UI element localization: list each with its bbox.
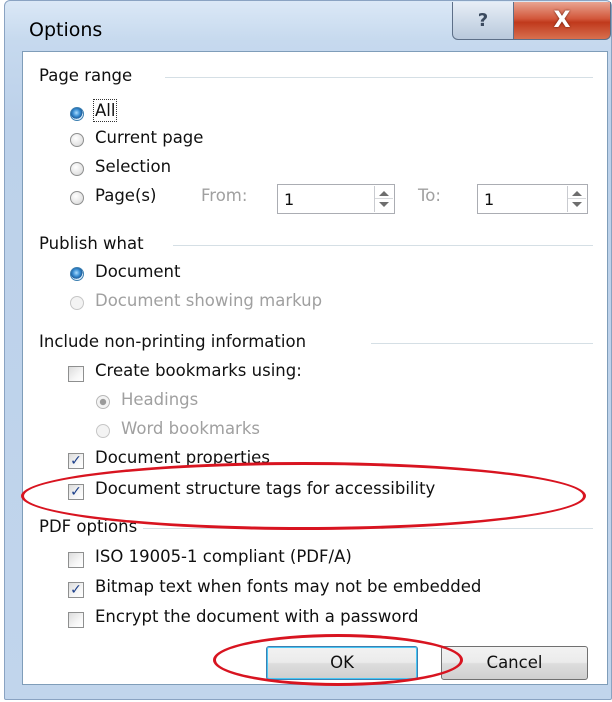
bitmap-text-checkbox[interactable]: ✓ (68, 582, 84, 598)
section-divider (371, 343, 593, 344)
publish-what-heading: Publish what (39, 234, 144, 253)
encrypt-checkbox[interactable] (68, 612, 84, 628)
encrypt-label: Encrypt the document with a password (95, 607, 419, 626)
radio-headings-label: Headings (121, 390, 199, 409)
radio-headings[interactable] (96, 395, 110, 409)
spin-divider (375, 198, 393, 199)
pdf-options-heading: PDF options (39, 517, 138, 536)
document-properties-label: Document properties (95, 448, 270, 467)
structure-tags-checkbox[interactable]: ✓ (68, 484, 84, 500)
radio-document-markup[interactable] (70, 296, 84, 310)
cancel-button[interactable]: Cancel (441, 646, 588, 680)
ok-button[interactable]: OK (266, 646, 418, 680)
options-dialog: Options ? X Page range All Current page … (4, 0, 612, 700)
radio-all-label: All (92, 99, 118, 122)
radio-word-bookmarks[interactable] (96, 424, 110, 438)
to-value: 1 (484, 190, 495, 209)
question-mark-icon: ? (477, 10, 489, 31)
non-printing-heading: Include non-printing information (39, 332, 307, 351)
create-bookmarks-label: Create bookmarks using: (95, 361, 302, 380)
dialog-title: Options (29, 19, 103, 41)
spin-divider (568, 198, 586, 199)
bitmap-text-label: Bitmap text when fonts may not be embedd… (95, 577, 482, 596)
to-spin-arrows[interactable] (567, 186, 586, 212)
section-divider (165, 77, 593, 78)
radio-document[interactable] (70, 267, 84, 281)
create-bookmarks-checkbox[interactable] (68, 366, 84, 382)
document-properties-checkbox[interactable]: ✓ (68, 453, 84, 469)
radio-selection-label: Selection (95, 157, 172, 176)
radio-pages-label: Page(s) (95, 186, 157, 205)
radio-current-page[interactable] (70, 133, 84, 147)
from-label: From: (201, 186, 248, 205)
to-label: To: (418, 186, 441, 205)
radio-selection[interactable] (70, 162, 84, 176)
close-button[interactable]: X (513, 2, 611, 40)
dialog-content: Page range All Current page Selection Pa… (21, 51, 608, 686)
pdfa-checkbox[interactable] (68, 552, 84, 568)
structure-tags-label: Document structure tags for accessibilit… (95, 479, 436, 498)
page-range-heading: Page range (39, 66, 133, 85)
radio-pages[interactable] (70, 191, 84, 205)
radio-current-page-label: Current page (95, 128, 204, 147)
to-spinner[interactable]: 1 (477, 184, 588, 214)
radio-all[interactable] (70, 107, 84, 121)
radio-document-markup-label: Document showing markup (95, 291, 323, 310)
radio-document-label: Document (95, 262, 181, 281)
from-value: 1 (284, 190, 295, 209)
radio-word-bookmarks-label: Word bookmarks (121, 419, 260, 438)
spin-up-icon (572, 191, 582, 196)
section-divider (143, 528, 593, 529)
close-icon: X (553, 8, 571, 33)
spin-down-icon (572, 202, 582, 207)
spin-up-icon (379, 191, 389, 196)
help-button[interactable]: ? (452, 2, 514, 40)
spin-down-icon (379, 202, 389, 207)
pdfa-label: ISO 19005-1 compliant (PDF/A) (95, 547, 352, 566)
from-spinner[interactable]: 1 (277, 184, 395, 214)
from-spin-arrows[interactable] (374, 186, 393, 212)
section-divider (173, 245, 593, 246)
